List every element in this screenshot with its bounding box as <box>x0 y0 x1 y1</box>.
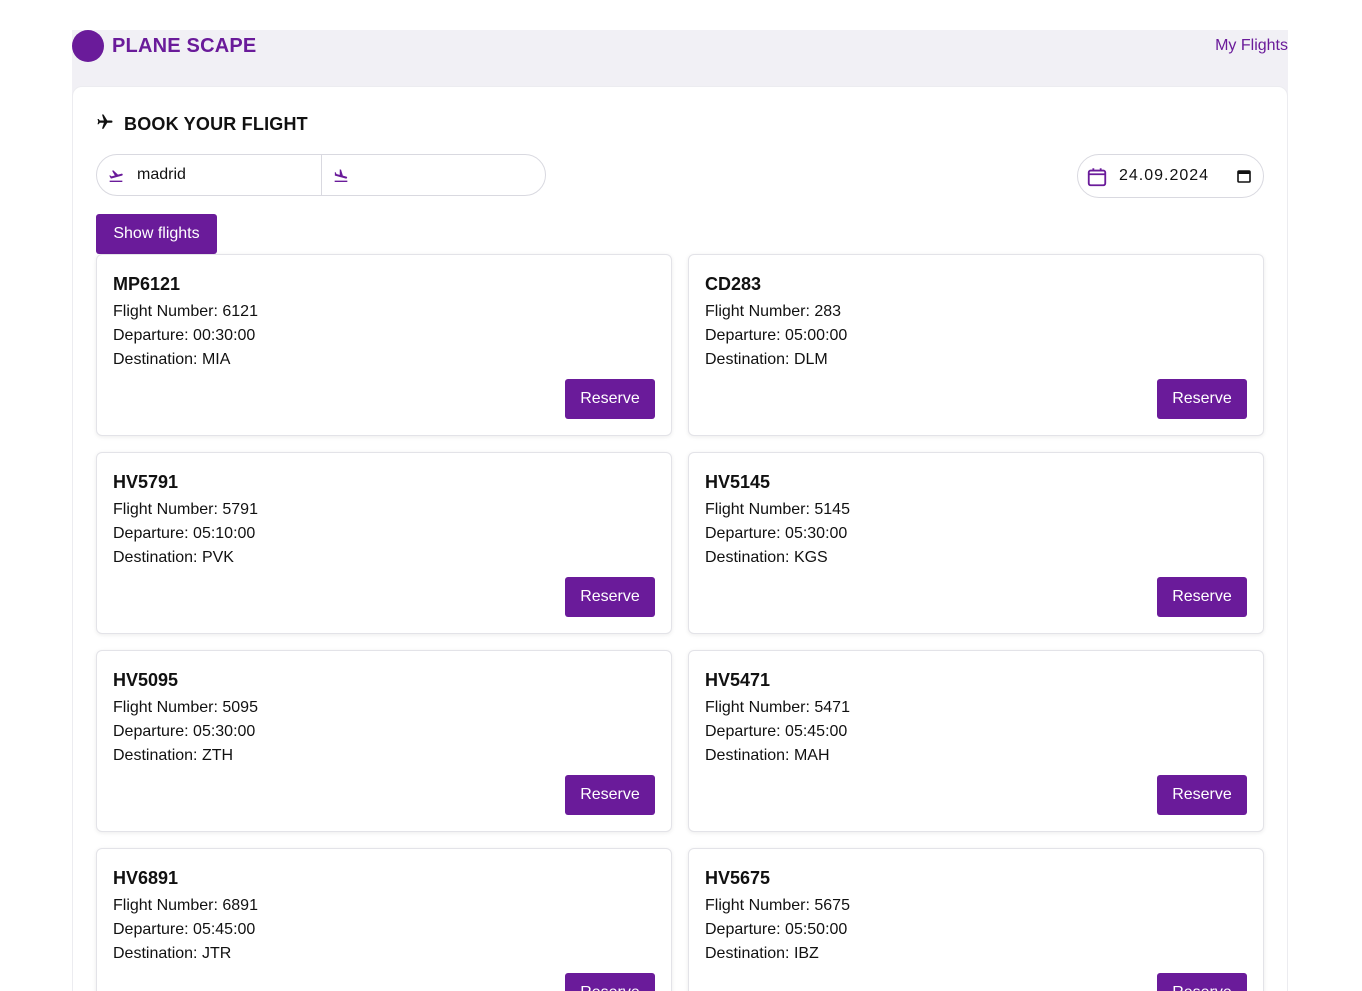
destination: Destination: KGS <box>705 549 828 566</box>
show-flights-button[interactable]: Show flights <box>96 214 217 254</box>
flight-card: HV5095 Flight Number: 5095 Departure: 05:3… <box>96 650 672 832</box>
departure-time: Departure: 05:45:00 <box>113 921 256 938</box>
flight-card: HV5471 Flight Number: 5471 Departure: 05:4… <box>688 650 1264 832</box>
page-title: BOOK YOUR FLIGHT <box>124 113 308 134</box>
flight-card: HV5675 Flight Number: 5675 Departure: 05:5… <box>688 848 1264 991</box>
flight-card: MP6121 Flight Number: 6121 Departure: 00:3… <box>96 254 672 436</box>
calendar-icon <box>1087 168 1107 187</box>
flight-card: HV6891 Flight Number: 6891 Departure: 05:4… <box>96 848 672 991</box>
flight-code: HV5095 <box>113 670 179 690</box>
departure-time: Departure: 00:30:00 <box>113 327 256 344</box>
destination: Destination: ZTH <box>113 747 234 764</box>
flight-number: Flight Number: 6891 <box>113 897 258 914</box>
departure-time: Departure: 05:30:00 <box>113 723 256 740</box>
flight-code: HV5675 <box>705 868 771 888</box>
destination: Destination: MAH <box>705 747 830 764</box>
logo-icon <box>72 30 104 62</box>
flight-code: HV5145 <box>705 472 771 492</box>
date-value: 24.09.2024 <box>1119 167 1210 184</box>
reserve-button[interactable]: Reserve <box>1157 775 1247 815</box>
flight-number: Flight Number: 6121 <box>113 303 258 320</box>
departure-field <box>97 155 321 195</box>
flight-number: Flight Number: 5471 <box>705 699 850 716</box>
destination: Destination: DLM <box>705 351 828 368</box>
departure-time: Departure: 05:00:00 <box>705 327 848 344</box>
route-input-group <box>96 154 546 196</box>
flight-card: CD283 Flight Number: 283 Departure: 05:00:… <box>688 254 1264 436</box>
flight-code: MP6121 <box>113 274 181 294</box>
departure-time: Departure: 05:10:00 <box>113 525 256 542</box>
flight-code: HV5791 <box>113 472 179 492</box>
reserve-button[interactable]: Reserve <box>565 775 655 815</box>
flight-code: HV6891 <box>113 868 179 888</box>
arrival-field <box>320 155 545 195</box>
flight-number: Flight Number: 5095 <box>113 699 258 716</box>
flight-code: CD283 <box>705 274 762 294</box>
departure-time: Departure: 05:30:00 <box>705 525 848 542</box>
reserve-button[interactable]: Reserve <box>565 577 655 617</box>
flight-card: HV5145 Flight Number: 5145 Departure: 05:3… <box>688 452 1264 634</box>
flight-code: HV5471 <box>705 670 771 690</box>
reserve-button[interactable]: Reserve <box>565 379 655 419</box>
reserve-button[interactable]: Reserve <box>565 973 655 991</box>
plane-icon <box>96 113 114 136</box>
takeoff-icon <box>109 170 123 182</box>
brand-name: PLANE SCAPE <box>112 35 257 57</box>
arrival-input[interactable] <box>321 155 545 195</box>
flight-number: Flight Number: 5675 <box>705 897 850 914</box>
date-input[interactable]: 24.09.2024 <box>1077 154 1264 198</box>
flight-number: Flight Number: 5145 <box>705 501 850 518</box>
departure-input[interactable] <box>97 155 321 195</box>
destination: Destination: MIA <box>113 351 231 368</box>
destination: Destination: IBZ <box>705 945 819 962</box>
reserve-button[interactable]: Reserve <box>1157 973 1247 991</box>
my-flights-link[interactable]: My Flights <box>1215 36 1288 56</box>
reserve-button[interactable]: Reserve <box>1157 577 1247 617</box>
departure-time: Departure: 05:45:00 <box>705 723 848 740</box>
destination: Destination: JTR <box>113 945 232 962</box>
date-picker-icon[interactable] <box>1237 169 1251 183</box>
flight-number: Flight Number: 5791 <box>113 501 258 518</box>
reserve-button[interactable]: Reserve <box>1157 379 1247 419</box>
landing-icon <box>334 169 347 182</box>
section-title: BOOK YOUR FLIGHT <box>96 112 308 136</box>
flight-card: HV5791 Flight Number: 5791 Departure: 05:1… <box>96 452 672 634</box>
flight-number: Flight Number: 283 <box>705 303 842 320</box>
destination: Destination: PVK <box>113 549 234 566</box>
departure-time: Departure: 05:50:00 <box>705 921 848 938</box>
